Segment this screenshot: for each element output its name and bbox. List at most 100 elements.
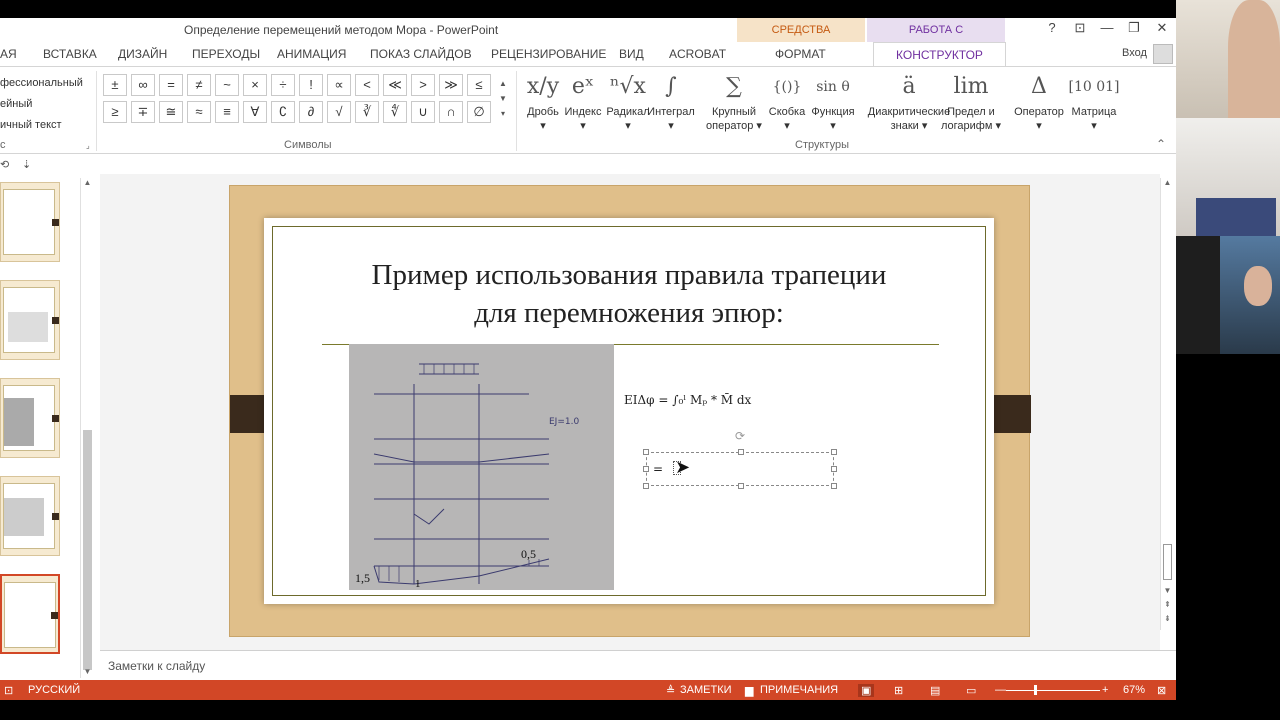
resize-handle[interactable] [831, 449, 837, 455]
zoom-in-button[interactable]: + [1102, 684, 1108, 696]
slides-panel-scrollbar[interactable]: ▲ ▼ [80, 178, 94, 678]
ribbon-display-button[interactable]: ⊡ [1071, 20, 1089, 36]
symbol-button[interactable]: ≪ [383, 74, 407, 96]
close-button[interactable]: ✕ [1153, 20, 1171, 36]
notes-pane[interactable]: Заметки к слайду [100, 650, 1176, 680]
structure-button[interactable]: Δ Оператор ▾ [1008, 69, 1070, 135]
symbol-button[interactable]: ≅ [159, 101, 183, 123]
symbol-button[interactable]: √ [327, 101, 351, 123]
symbols-scroll[interactable]: ▲ ▼ ▾ [497, 76, 509, 128]
structure-button[interactable]: ∫ Интеграл ▾ [640, 69, 702, 135]
context-tab-drawing[interactable]: СРЕДСТВА РИСОВАНИЯ [737, 18, 865, 60]
fit-slide-icon[interactable]: ⊠ [1157, 684, 1166, 697]
slide-thumbnail[interactable] [0, 378, 60, 458]
editor-scrollbar[interactable]: ▲ ▼ ⇞ ⇟ [1160, 178, 1174, 630]
undo-icon[interactable]: ⟲ [0, 158, 9, 171]
notes-toggle-icon[interactable]: ≜ [666, 684, 675, 697]
symbol-button[interactable]: ∀ [243, 101, 267, 123]
tools-dialog-launcher-icon[interactable]: ⌟ [86, 141, 90, 150]
symbol-button[interactable]: × [243, 74, 267, 96]
symbol-button[interactable]: ∂ [299, 101, 323, 123]
restore-button[interactable]: ❐ [1125, 20, 1143, 36]
tab-format[interactable]: ФОРМАТ [775, 47, 826, 61]
rotate-handle-icon[interactable]: ⟳ [735, 429, 745, 443]
normal-view-icon[interactable]: ▣ [858, 684, 875, 697]
collapse-ribbon-icon[interactable]: ⌃ [1156, 137, 1166, 151]
language-indicator[interactable]: РУССКИЙ [28, 684, 80, 696]
resize-handle[interactable] [643, 449, 649, 455]
slide-title[interactable]: Пример использования правила трапеции дл… [324, 256, 934, 332]
comments-icon[interactable]: ▆ [745, 684, 753, 697]
slide-thumbnail[interactable] [0, 182, 60, 262]
zoom-out-button[interactable]: — [995, 684, 1006, 696]
current-slide[interactable]: Пример использования правила трапеции дл… [229, 185, 1031, 637]
structure-button[interactable]: sin θ Функция ▾ [802, 69, 864, 135]
slide-thumbnail[interactable] [0, 280, 60, 360]
resize-handle[interactable] [738, 483, 744, 489]
symbol-button[interactable]: ! [299, 74, 323, 96]
symbol-button[interactable]: ≈ [187, 101, 211, 123]
symbol-button[interactable]: = [159, 74, 183, 96]
slide-sorter-icon[interactable]: ⊞ [894, 684, 903, 697]
tab-animation[interactable]: АНИМАЦИЯ [277, 47, 346, 61]
equation-mohr[interactable]: EIΔφ = ∫₀ˡ Mₚ * M̄ dx [624, 393, 751, 407]
resize-handle[interactable] [738, 449, 744, 455]
symbol-button[interactable]: ≤ [467, 74, 491, 96]
spellcheck-icon[interactable]: ⊡ [4, 684, 13, 697]
comments-toggle[interactable]: ПРИМЕЧАНИЯ [760, 684, 838, 696]
slide-thumbnail-selected[interactable] [0, 574, 60, 654]
symbol-button[interactable]: ∩ [439, 101, 463, 123]
equation-editing-box[interactable]: = ⟳ ➤ [643, 429, 837, 489]
minimize-button[interactable]: — [1098, 20, 1116, 35]
structure-button[interactable]: lim Предел и логарифм ▾ [940, 69, 1002, 135]
tool-professional[interactable]: фессиональный [0, 73, 83, 94]
symbol-button[interactable]: ∞ [131, 74, 155, 96]
tab-acrobat[interactable]: ACROBAT [669, 47, 726, 61]
symbol-button[interactable]: ∅ [467, 101, 491, 123]
tab-constructor[interactable]: КОНСТРУКТОР [873, 42, 1006, 67]
resize-handle[interactable] [643, 466, 649, 472]
zoom-slider[interactable] [1006, 690, 1100, 691]
symbol-button[interactable]: ∜ [383, 101, 407, 123]
beam-diagram-photo[interactable]: EJ=1.0 1,5 0,5 1 [349, 344, 614, 590]
symbol-button[interactable]: > [411, 74, 435, 96]
slide-thumbnail[interactable] [0, 476, 60, 556]
symbol-button[interactable]: ≥ [103, 101, 127, 123]
symbol-button[interactable]: ± [103, 74, 127, 96]
reading-view-icon[interactable]: ▤ [930, 684, 940, 697]
signin-link[interactable]: Вход [1122, 47, 1147, 59]
resize-handle[interactable] [831, 483, 837, 489]
structure-button[interactable]: [10 01] Матрица ▾ [1063, 69, 1125, 135]
tab-transitions[interactable]: ПЕРЕХОДЫ [192, 47, 260, 61]
help-button[interactable]: ? [1043, 20, 1061, 35]
resize-handle[interactable] [643, 483, 649, 489]
resize-handle[interactable] [831, 466, 837, 472]
context-tab-equations[interactable]: РАБОТА С УРАВНЕНИЯМИ [867, 18, 1005, 60]
tool-linear[interactable]: ейный [0, 94, 83, 115]
tab-design[interactable]: ДИЗАЙН [118, 47, 167, 61]
diagram-label-bottom: 1 [415, 578, 421, 590]
tab-slideshow[interactable]: ПОКАЗ СЛАЙДОВ [370, 47, 472, 61]
notes-toggle[interactable]: ЗАМЕТКИ [680, 684, 732, 696]
symbol-button[interactable]: ∁ [271, 101, 295, 123]
symbol-button[interactable]: ∪ [411, 101, 435, 123]
symbol-button[interactable]: ∝ [327, 74, 351, 96]
symbol-button[interactable]: ~ [215, 74, 239, 96]
tool-normal-text[interactable]: ичный текст [0, 115, 83, 136]
symbol-button[interactable]: ≫ [439, 74, 463, 96]
symbol-button[interactable]: ≡ [215, 101, 239, 123]
symbol-button[interactable]: ÷ [271, 74, 295, 96]
zoom-level[interactable]: 67% [1123, 684, 1145, 696]
symbol-button[interactable]: < [355, 74, 379, 96]
avatar[interactable] [1153, 44, 1173, 64]
symbol-button[interactable]: ∛ [355, 101, 379, 123]
customize-qat-icon[interactable]: ⇣ [22, 158, 31, 171]
tab-review[interactable]: РЕЦЕНЗИРОВАНИЕ [491, 47, 606, 61]
tab-insert[interactable]: ВСТАВКА [43, 47, 97, 61]
symbol-button[interactable]: ∓ [131, 101, 155, 123]
zoom-slider-thumb[interactable] [1034, 685, 1037, 695]
symbol-button[interactable]: ≠ [187, 74, 211, 96]
tab-home-partial[interactable]: АЯ [0, 47, 17, 61]
slideshow-view-icon[interactable]: ▭ [966, 684, 976, 697]
tab-view[interactable]: ВИД [619, 47, 644, 61]
